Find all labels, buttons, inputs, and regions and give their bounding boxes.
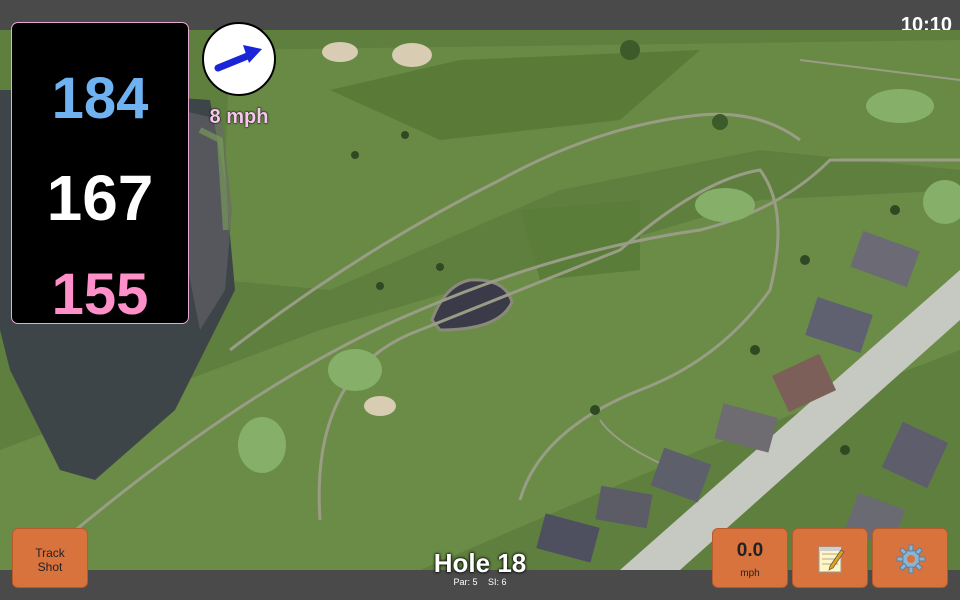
wind-direction-arrow-icon [214,45,262,72]
track-shot-button[interactable]: Track Shot [12,528,88,588]
front-distance: 155 [51,262,149,327]
track-shot-label-line1: Track [35,546,65,560]
settings-button[interactable] [872,528,948,588]
speed-value: 0.0 [736,540,764,561]
wind-speed: 8 mph [209,106,269,128]
notepad-icon [818,546,845,573]
speed-unit: mph [740,568,760,579]
hole-stroke-index: SI: 6 [488,577,507,587]
gear-icon [896,544,926,574]
wind-indicator [202,22,276,96]
notes-button[interactable] [792,528,868,588]
distance-panel: 184 167 155 [12,23,188,327]
hole-par: Par: 5 [453,577,478,587]
track-shot-label-line2: Shot [37,560,63,574]
speed-button[interactable]: 0.0 mph [712,528,788,588]
hole-title: Hole 18 [433,548,527,578]
back-distance: 184 [51,66,149,131]
hole-info: Par: 5 SI: 6 [380,577,580,587]
middle-distance: 167 [46,162,154,234]
